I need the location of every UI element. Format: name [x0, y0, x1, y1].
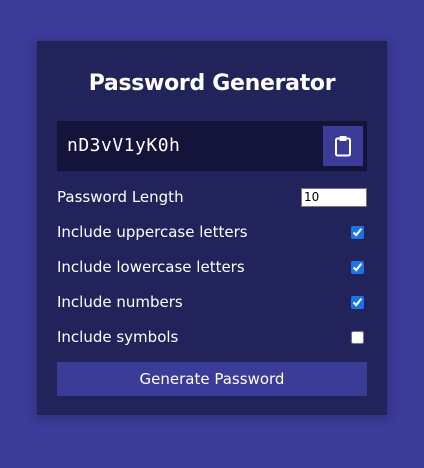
numbers-label: Include numbers — [57, 293, 183, 311]
generate-password-button[interactable]: Generate Password — [57, 362, 367, 396]
symbols-label: Include symbols — [57, 328, 179, 346]
copy-to-clipboard-button[interactable] — [323, 126, 363, 166]
password-length-label: Password Length — [57, 188, 184, 206]
password-generator-card: Password Generator nD3vV1yK0h Password L… — [37, 41, 387, 415]
uppercase-checkbox[interactable] — [351, 225, 364, 239]
setting-numbers: Include numbers — [57, 290, 367, 314]
numbers-checkbox[interactable] — [351, 295, 364, 309]
page-title: Password Generator — [88, 71, 336, 96]
password-length-input[interactable] — [301, 187, 367, 207]
setting-uppercase: Include uppercase letters — [57, 220, 367, 244]
setting-symbols: Include symbols — [57, 325, 367, 349]
result-container: nD3vV1yK0h — [57, 121, 367, 171]
lowercase-checkbox[interactable] — [351, 260, 364, 274]
generated-password: nD3vV1yK0h — [67, 135, 181, 156]
symbols-checkbox[interactable] — [351, 330, 364, 344]
uppercase-label: Include uppercase letters — [57, 223, 248, 241]
clipboard-icon — [335, 136, 351, 157]
lowercase-label: Include lowercase letters — [57, 258, 245, 276]
setting-lowercase: Include lowercase letters — [57, 255, 367, 279]
setting-password-length: Password Length — [57, 185, 367, 209]
